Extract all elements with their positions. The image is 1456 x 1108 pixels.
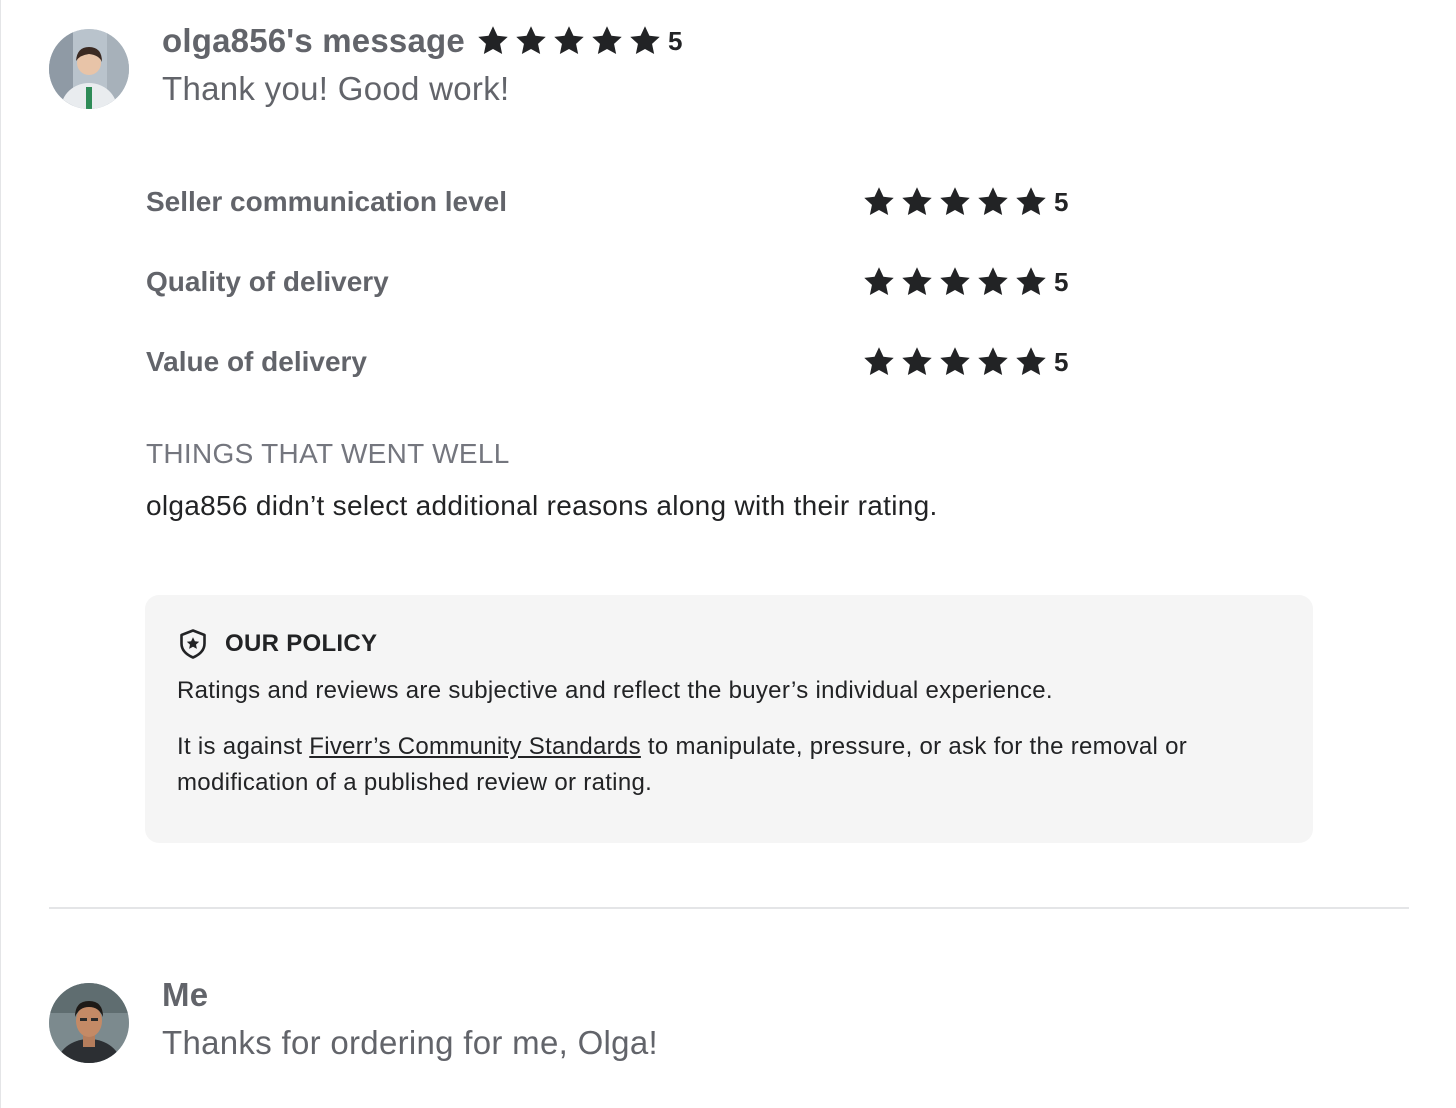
star-icon (975, 264, 1011, 300)
rating-score: 5 (1054, 266, 1069, 297)
star-rating: 5 (861, 264, 1068, 300)
star-icon (899, 184, 935, 220)
star-icon (475, 23, 511, 59)
divider (49, 907, 1409, 909)
shield-star-icon (177, 628, 209, 660)
star-icon (627, 23, 663, 59)
review-header: olga856's message 5 (162, 21, 682, 61)
star-icon (975, 184, 1011, 220)
reviewer-name: olga856's message (162, 22, 465, 59)
policy-box: OUR POLICY Ratings and reviews are subje… (145, 595, 1313, 843)
rating-row-quality: Quality of delivery 5 (146, 260, 1076, 304)
star-icon (861, 184, 897, 220)
star-icon (937, 344, 973, 380)
rating-label: Value of delivery (146, 346, 367, 377)
reply-header: Me (162, 975, 208, 1015)
seller-avatar-image (49, 983, 129, 1063)
star-icon (1013, 264, 1049, 300)
star-rating: 5 (861, 344, 1068, 380)
star-icon (513, 23, 549, 59)
star-icon (1013, 184, 1049, 220)
policy-paragraph: Ratings and reviews are subjective and r… (177, 677, 1053, 704)
left-border (0, 0, 1, 1108)
star-icon (861, 344, 897, 380)
star-icon (937, 184, 973, 220)
policy-header: OUR POLICY (177, 627, 1281, 661)
rating-row-communication: Seller communication level 5 (146, 180, 1076, 224)
star-icon (861, 264, 897, 300)
policy-paragraph: It is against Fiverr’s Community Standar… (177, 729, 1281, 801)
overall-rating-score: 5 (667, 25, 683, 56)
star-rating: 5 (861, 184, 1068, 220)
rating-label: Seller communication level (146, 186, 508, 217)
buyer-avatar-image (49, 29, 129, 109)
policy-text: It is against (177, 733, 310, 760)
reply-message: Thanks for ordering for me, Olga! (162, 1024, 658, 1061)
star-icon (589, 23, 625, 59)
review-message: Thank you! Good work! (162, 70, 510, 107)
star-icon (975, 344, 1011, 380)
rating-score: 5 (1054, 186, 1069, 217)
rating-score: 5 (1054, 346, 1069, 377)
star-icon (1013, 344, 1049, 380)
policy-title: OUR POLICY (225, 630, 378, 657)
star-icon (899, 344, 935, 380)
went-well-text: olga856 didn’t select additional reasons… (146, 490, 938, 521)
rating-label: Quality of delivery (146, 266, 389, 297)
star-icon (937, 264, 973, 300)
seller-avatar[interactable] (49, 983, 129, 1063)
overall-star-rating: 5 (475, 23, 682, 59)
went-well-title: THINGS THAT WENT WELL (146, 438, 510, 469)
star-icon (899, 264, 935, 300)
community-standards-link[interactable]: Fiverr’s Community Standards (309, 733, 641, 760)
star-icon (551, 23, 587, 59)
reply-author-name: Me (162, 976, 209, 1013)
rating-row-value: Value of delivery 5 (146, 340, 1076, 384)
buyer-avatar[interactable] (49, 29, 129, 109)
